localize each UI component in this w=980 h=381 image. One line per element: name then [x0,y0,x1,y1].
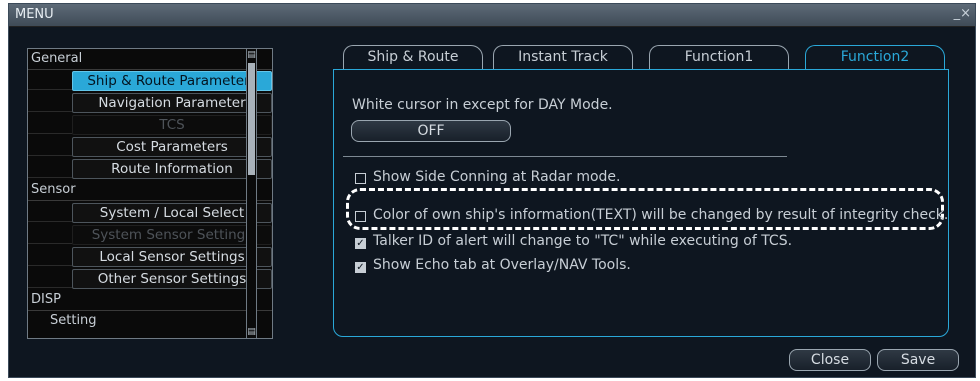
talker-id-label: Talker ID of alert will change to "TC" w… [373,233,793,249]
menu-item-other-sensor-settings[interactable]: Other Sensor Settings [72,269,272,289]
tab-function2[interactable]: Function2 [805,45,945,69]
menu-item-system-local-select[interactable]: System / Local Select [72,203,272,223]
window-title: MENU [15,7,54,22]
menu-item-setting[interactable]: Setting [28,311,272,332]
side-conning-label: Show Side Conning at Radar mode. [373,169,621,185]
tab-ship-route[interactable]: Ship & Route [343,45,483,69]
own-ship-color-label: Color of own ship's information(TEXT) wi… [373,207,949,223]
menu-item-cost-parameters[interactable]: Cost Parameters [72,137,272,157]
row-lead [28,202,72,222]
title-bar: MENU _× [9,4,975,27]
row-lead [28,224,72,244]
row-lead [28,136,72,156]
scroll-down-icon[interactable]: ▤ [247,326,256,338]
row-lead [28,158,72,178]
tab-function1[interactable]: Function1 [649,45,789,69]
menu-tree: General Ship & Route Parameters Navigati… [27,48,273,339]
category-general[interactable]: General [28,49,272,70]
save-button[interactable]: Save [877,349,959,371]
menu-item-ship-route-parameters[interactable]: Ship & Route Parameters [72,71,272,91]
echo-tab-checkbox[interactable]: ✓ [355,262,366,273]
category-sensor[interactable]: Sensor [28,180,272,201]
side-conning-checkbox[interactable] [355,173,366,184]
minimize-close-icon[interactable]: _× [954,6,971,21]
menu-item-system-sensor-settings: System Sensor Settings [72,225,272,245]
row-lead [28,268,72,288]
row-lead [28,70,72,90]
row-lead [28,114,72,134]
menu-item-route-information[interactable]: Route Information [72,159,272,179]
talker-id-checkbox[interactable]: ✓ [355,238,366,249]
category-disp[interactable]: DISP [28,290,272,311]
row-lead [28,246,72,266]
white-cursor-label: White cursor in except for DAY Mode. [352,97,613,113]
menu-item-tcs: TCS [72,115,272,135]
scrollbar-thumb[interactable] [248,63,255,175]
tab-instant-track[interactable]: Instant Track [493,45,633,69]
white-cursor-toggle-button[interactable]: OFF [351,120,511,142]
row-lead [28,92,72,112]
menu-scrollbar[interactable]: ▤ ▤ [246,48,257,339]
scroll-up-icon[interactable]: ▤ [247,49,256,61]
menu-item-navigation-parameter[interactable]: Navigation Parameter [72,93,272,113]
close-button[interactable]: Close [789,349,871,371]
echo-tab-label: Show Echo tab at Overlay/NAV Tools. [373,257,631,273]
divider [343,156,787,157]
menu-item-local-sensor-settings[interactable]: Local Sensor Settings [72,247,272,267]
own-ship-color-checkbox[interactable] [355,211,366,222]
